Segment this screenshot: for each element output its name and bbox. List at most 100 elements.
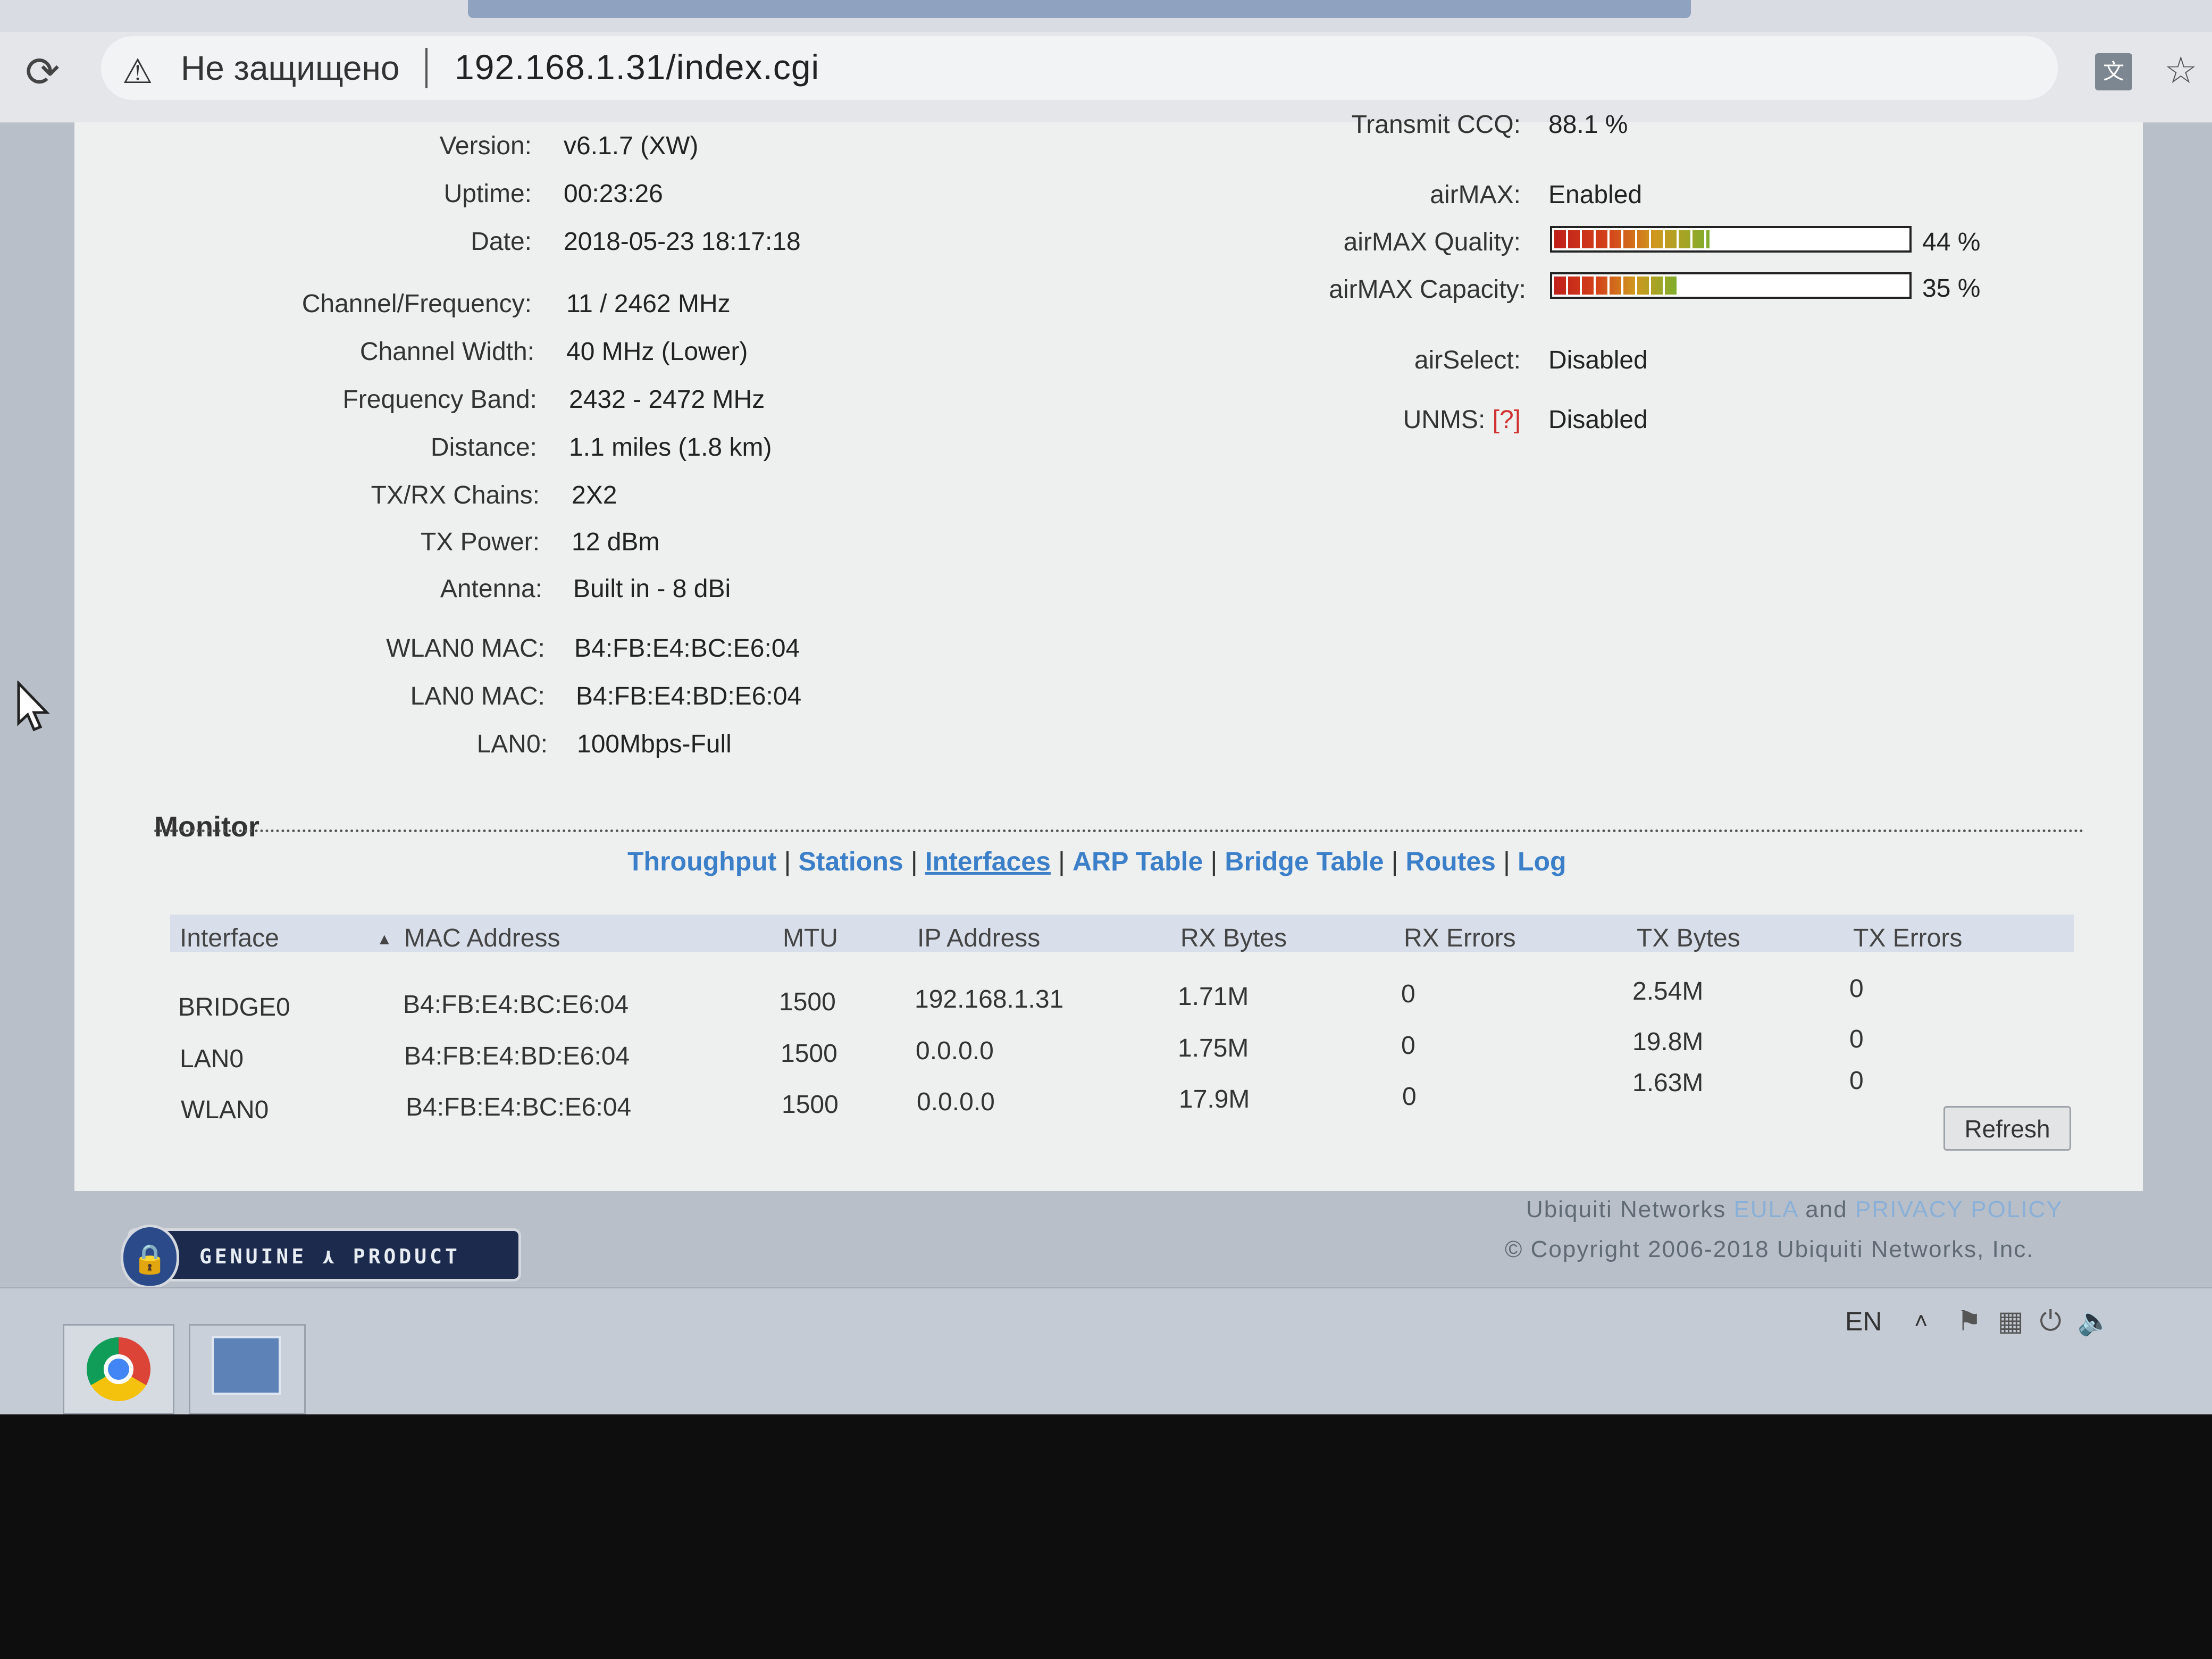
frequency-band-value: 2432 - 2472 MHz [569,386,765,414]
table-cell: 1.71M [1178,983,1249,1011]
security-warning-text[interactable]: Не защищено [181,47,399,89]
column-tx-errors[interactable]: TX Errors [1853,923,1962,954]
channel-frequency-label: Channel/Frequency: [301,290,532,318]
table-cell: 1.75M [1178,1034,1249,1062]
table-cell: B4:FB:E4:BD:E6:04 [404,1042,630,1070]
tx-power-value: 12 dBm [572,528,660,556]
language-indicator[interactable]: EN [1845,1303,1882,1340]
flag-icon[interactable]: ⚑ [1957,1306,1998,1337]
lan0-value: 100Mbps-Full [577,730,732,758]
url-text[interactable]: 192.168.1.31/index.cgi [455,45,819,89]
taskbar-chrome-button[interactable] [63,1324,174,1414]
table-cell: 192.168.1.31 [915,985,1064,1013]
airmax-quality-bar [1550,226,1912,253]
table-cell: 0.0.0.0 [916,1037,994,1065]
table-cell: 0.0.0.0 [917,1088,995,1116]
star-icon[interactable]: ☆ [2164,49,2198,91]
table-cell: 1500 [781,1040,837,1068]
antenna-label: Antenna: [440,575,542,603]
privacy-policy-link[interactable]: PRIVACY POLICY [1855,1196,2063,1222]
transmit-ccq-label: Transmit CCQ: [1351,111,1521,139]
subnav-separator: | [910,847,918,876]
lan0-mac-label: LAN0 MAC: [410,682,545,710]
table-cell: 1.63M [1632,1069,1704,1097]
column-mtu[interactable]: MTU [783,923,838,954]
txrx-chains-value: 2X2 [572,481,617,509]
table-cell: 0 [1849,1025,1864,1053]
table-cell: 0 [1402,1083,1417,1111]
lan0-mac-value: B4:FB:E4:BD:E6:04 [576,682,802,710]
tab-stations[interactable]: Stations [798,847,903,876]
uptime-value: 00:23:26 [564,180,663,208]
table-cell: 1500 [779,988,836,1016]
legal-and: and [1798,1196,1855,1222]
tray-icons: ⚑▦⏻🔈 [1957,1303,2128,1340]
tab-arp-table[interactable]: ARP Table [1073,847,1203,876]
distance-label: Distance: [430,433,537,462]
date-label: Date: [471,228,532,256]
legal-prefix: Ubiquiti Networks [1526,1196,1734,1222]
wlan0-mac-value: B4:FB:E4:BC:E6:04 [574,634,800,663]
column-ip-address[interactable]: IP Address [917,923,1040,954]
unms-help-link[interactable]: [?] [1493,406,1521,434]
uptime-label: Uptime: [443,180,532,208]
channel-width-label: Channel Width: [359,338,534,366]
airmax-quality-value: 44 % [1922,228,1981,256]
mouse-cursor-icon [17,681,50,732]
distance-value: 1.1 miles (1.8 km) [569,433,772,462]
subnav-separator: | [1391,847,1398,876]
table-cell: B4:FB:E4:BC:E6:04 [403,991,629,1019]
tab-routes[interactable]: Routes [1406,847,1496,876]
power-icon[interactable]: ⏻ [2040,1306,2077,1337]
txrx-chains-label: TX/RX Chains: [371,481,540,509]
table-cell: B4:FB:E4:BC:E6:04 [406,1093,632,1121]
screen: ⟳ ⚠ Не защищено 192.168.1.31/index.cgi 文… [0,0,2212,1414]
monitor-title: Monitor [154,811,259,843]
column-tx-bytes[interactable]: TX Bytes [1637,923,1740,954]
table-cell: 1500 [782,1091,839,1119]
tab-throughput[interactable]: Throughput [627,847,776,876]
table-cell: 19.8M [1632,1028,1704,1056]
column-mac-address[interactable]: MAC Address [404,923,560,954]
airmax-value: Enabled [1548,181,1643,209]
date-value: 2018-05-23 18:17:18 [564,228,801,256]
refresh-button[interactable]: Refresh [1943,1106,2071,1151]
frequency-band-label: Frequency Band: [342,386,537,414]
volume-icon[interactable]: 🔈 [2077,1306,2128,1337]
airmax-capacity-bar [1550,272,1912,299]
table-cell: 0 [1401,980,1415,1008]
airmax-label: airMAX: [1430,181,1521,209]
unms-value: Disabled [1548,406,1648,434]
lan0-label: LAN0: [476,730,548,758]
column-rx-bytes[interactable]: RX Bytes [1180,923,1287,954]
tray-expand-icon[interactable]: ˄ [1914,1303,1928,1340]
network-icon[interactable]: ▦ [1998,1306,2040,1337]
copyright: © Copyright 2006-2018 Ubiquiti Networks,… [1505,1236,2034,1262]
airselect-label: airSelect: [1414,346,1521,374]
table-cell: WLAN0 [181,1096,269,1124]
legal-links: Ubiquiti Networks EULA and PRIVACY POLIC… [1526,1194,2063,1226]
table-cell: 17.9M [1179,1085,1250,1113]
table-cell: 0 [1849,1067,1864,1095]
warning-icon[interactable]: ⚠ [122,50,153,93]
table-cell: 2.54M [1632,977,1704,1006]
reload-icon[interactable]: ⟳ [21,51,64,93]
table-cell: 0 [1401,1032,1415,1060]
table-cell: 0 [1849,975,1864,1003]
airmax-capacity-label: airMAX Capacity: [1329,275,1526,304]
tx-power-label: TX Power: [420,528,540,556]
tab-interfaces[interactable]: Interfaces [925,847,1051,876]
subnav-separator: | [1058,847,1065,876]
tab-bridge-table[interactable]: Bridge Table [1225,847,1384,876]
lock-shield-icon: 🔒 [121,1225,179,1288]
genuine-product-text: GENUINE ⋏ PRODUCT [199,1245,460,1268]
address-separator [425,48,428,88]
translate-icon[interactable]: 文 [2095,53,2132,90]
taskbar-app-button[interactable] [189,1324,306,1414]
eula-link[interactable]: EULA [1734,1196,1798,1222]
tab-log[interactable]: Log [1518,847,1566,876]
active-tab[interactable] [468,0,1691,18]
column-interface[interactable]: Interface [180,923,279,954]
antenna-value: Built in - 8 dBi [573,575,731,603]
column-rx-errors[interactable]: RX Errors [1404,923,1516,954]
